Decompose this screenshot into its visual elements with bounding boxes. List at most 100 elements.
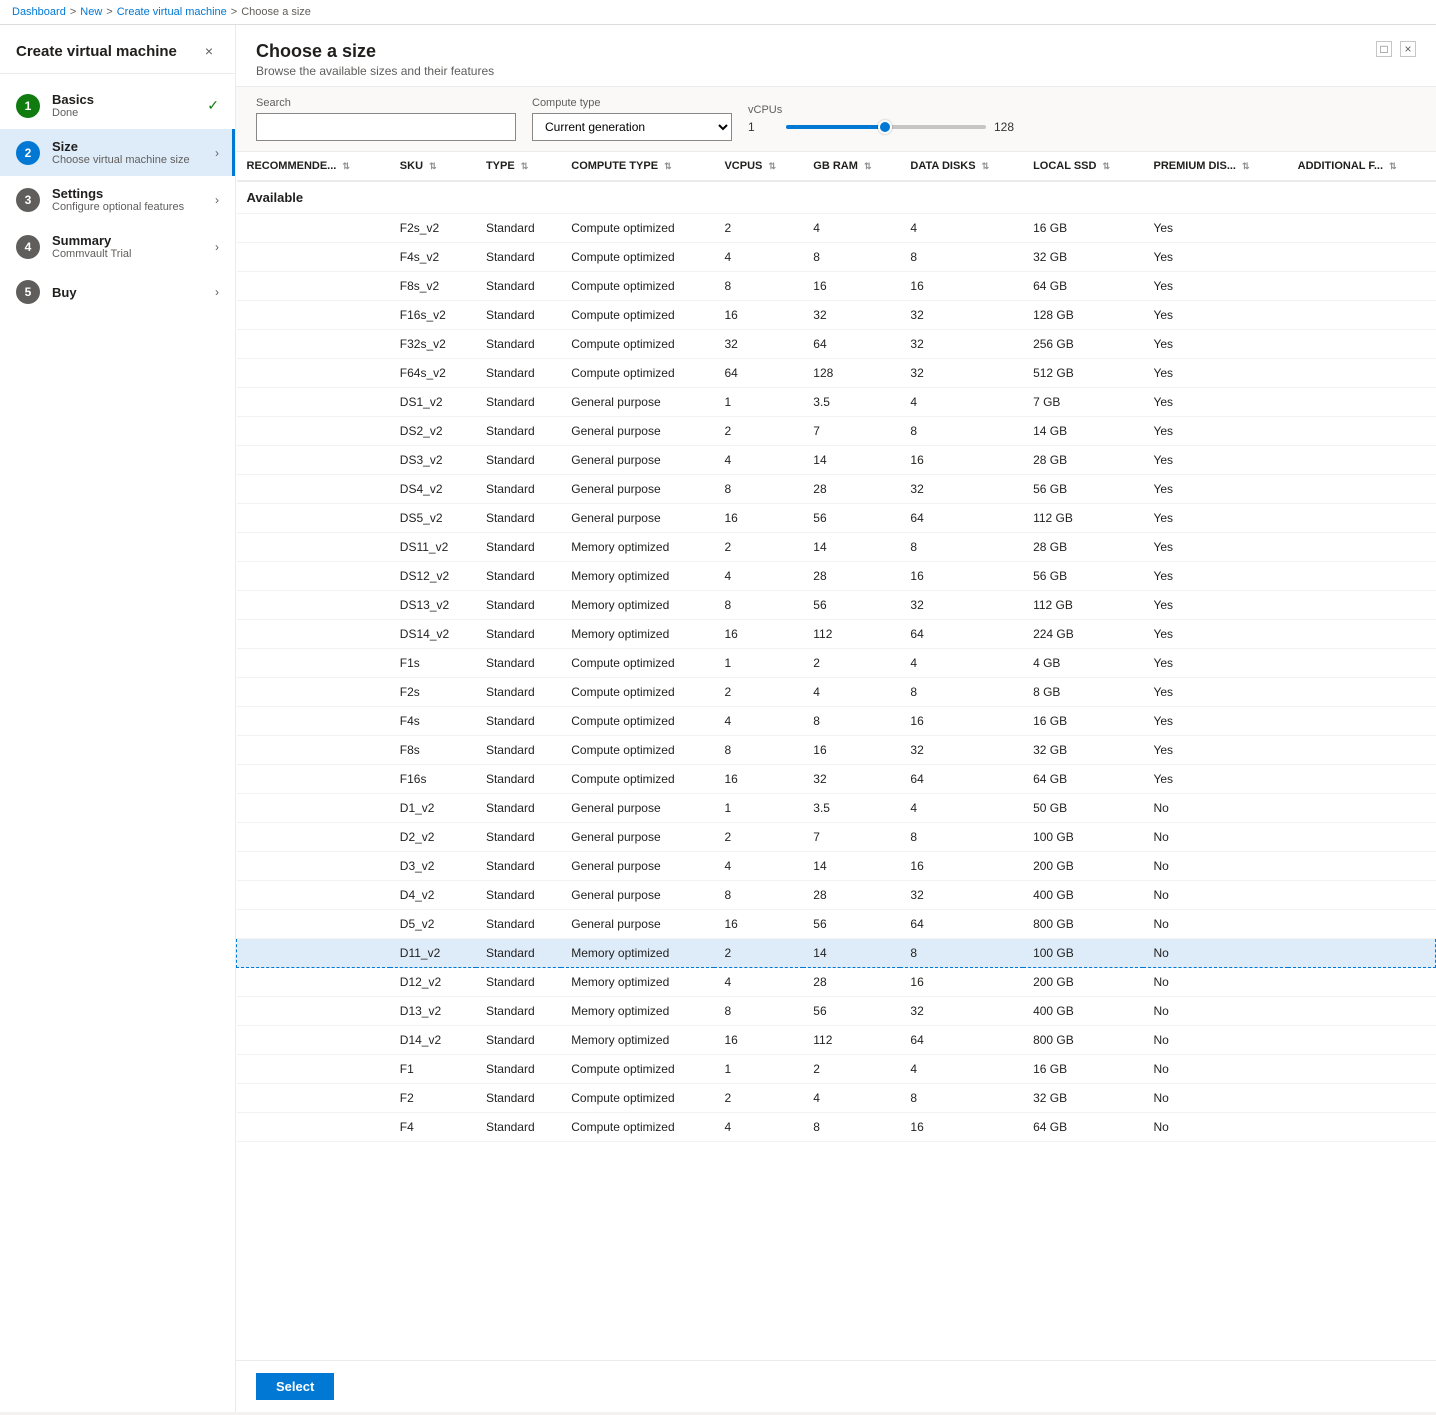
breadcrumb-create-vm[interactable]: Create virtual machine [117, 6, 227, 18]
table-row[interactable]: F1sStandardCompute optimized1244 GBYes [237, 649, 1436, 678]
vcpu-min-value: 1 [748, 120, 778, 134]
compute-type-select[interactable]: Current generation All generations Previ… [532, 113, 732, 141]
table-row[interactable]: F16s_v2StandardCompute optimized16323212… [237, 301, 1436, 330]
table-row[interactable]: F1StandardCompute optimized12416 GBNo [237, 1055, 1436, 1084]
col-data-disks[interactable]: DATA DISKS ⇅ [900, 152, 1023, 181]
breadcrumb-new[interactable]: New [80, 6, 102, 18]
step-2-size[interactable]: 2 Size Choose virtual machine size › [0, 129, 235, 176]
table-row[interactable]: F32s_v2StandardCompute optimized32643225… [237, 330, 1436, 359]
table-row[interactable]: D5_v2StandardGeneral purpose165664800 GB… [237, 910, 1436, 939]
maximize-button[interactable]: □ [1376, 41, 1392, 57]
step-4-name: Summary [52, 233, 207, 248]
cell-sku: F64s_v2 [390, 359, 476, 388]
table-row[interactable]: F4sStandardCompute optimized481616 GBYes [237, 707, 1436, 736]
table-row[interactable]: D2_v2StandardGeneral purpose278100 GBNo [237, 823, 1436, 852]
cell-gbRam: 112 [803, 1026, 900, 1055]
cell-additionalF [1288, 214, 1436, 243]
cell-sku: DS11_v2 [390, 533, 476, 562]
step-4-summary[interactable]: 4 Summary Commvault Trial › [0, 223, 235, 270]
search-input[interactable] [256, 113, 516, 141]
cell-sku: F2s [390, 678, 476, 707]
table-row[interactable]: D13_v2StandardMemory optimized85632400 G… [237, 997, 1436, 1026]
table-row[interactable]: D3_v2StandardGeneral purpose41416200 GBN… [237, 852, 1436, 881]
cell-premiumDis: Yes [1143, 388, 1287, 417]
table-row[interactable]: DS12_v2StandardMemory optimized4281656 G… [237, 562, 1436, 591]
cell-recommended [237, 330, 390, 359]
table-row[interactable]: D12_v2StandardMemory optimized42816200 G… [237, 968, 1436, 997]
table-row[interactable]: F2sStandardCompute optimized2488 GBYes [237, 678, 1436, 707]
cell-gbRam: 56 [803, 504, 900, 533]
breadcrumb-dashboard[interactable]: Dashboard [12, 6, 66, 18]
cell-premiumDis: Yes [1143, 736, 1287, 765]
step-3-settings[interactable]: 3 Settings Configure optional features › [0, 176, 235, 223]
close-button[interactable]: × [199, 41, 219, 61]
table-row[interactable]: F16sStandardCompute optimized16326464 GB… [237, 765, 1436, 794]
col-type[interactable]: TYPE ⇅ [476, 152, 561, 181]
col-local-ssd[interactable]: LOCAL SSD ⇅ [1023, 152, 1143, 181]
cell-computeType: General purpose [561, 852, 714, 881]
cell-localSsd: 8 GB [1023, 678, 1143, 707]
cell-type: Standard [476, 997, 561, 1026]
cell-dataDisks: 16 [900, 852, 1023, 881]
table-header-row: RECOMMENDE... ⇅ SKU ⇅ TYPE ⇅ COMPUTE TYP… [237, 152, 1436, 181]
cell-additionalF [1288, 243, 1436, 272]
table-row[interactable]: DS1_v2StandardGeneral purpose13.547 GBYe… [237, 388, 1436, 417]
cell-recommended [237, 852, 390, 881]
table-row[interactable]: D4_v2StandardGeneral purpose82832400 GBN… [237, 881, 1436, 910]
wizard-title: Create virtual machine [16, 43, 177, 60]
table-row[interactable]: F4s_v2StandardCompute optimized48832 GBY… [237, 243, 1436, 272]
col-gb-ram[interactable]: GB RAM ⇅ [803, 152, 900, 181]
table-row[interactable]: F64s_v2StandardCompute optimized64128325… [237, 359, 1436, 388]
col-premium-dis[interactable]: PREMIUM DIS... ⇅ [1143, 152, 1287, 181]
vcpu-range-slider[interactable] [786, 125, 986, 129]
cell-sku: DS5_v2 [390, 504, 476, 533]
col-additional-f[interactable]: ADDITIONAL F... ⇅ [1288, 152, 1436, 181]
table-row[interactable]: DS14_v2StandardMemory optimized161126422… [237, 620, 1436, 649]
cell-dataDisks: 16 [900, 446, 1023, 475]
table-row[interactable]: D14_v2StandardMemory optimized1611264800… [237, 1026, 1436, 1055]
table-row[interactable]: F8sStandardCompute optimized8163232 GBYe… [237, 736, 1436, 765]
table-row[interactable]: DS3_v2StandardGeneral purpose4141628 GBY… [237, 446, 1436, 475]
table-row[interactable]: F2StandardCompute optimized24832 GBNo [237, 1084, 1436, 1113]
cell-type: Standard [476, 533, 561, 562]
cell-localSsd: 200 GB [1023, 852, 1143, 881]
cell-vcpus: 2 [714, 823, 803, 852]
table-row[interactable]: F2s_v2StandardCompute optimized24416 GBY… [237, 214, 1436, 243]
col-vcpus[interactable]: VCPUS ⇅ [714, 152, 803, 181]
step-5-buy[interactable]: 5 Buy › [0, 270, 235, 314]
cell-vcpus: 4 [714, 852, 803, 881]
col-compute-type[interactable]: COMPUTE TYPE ⇅ [561, 152, 714, 181]
cell-vcpus: 4 [714, 562, 803, 591]
table-row[interactable]: D11_v2StandardMemory optimized2148100 GB… [237, 939, 1436, 968]
table-row[interactable]: DS13_v2StandardMemory optimized85632112 … [237, 591, 1436, 620]
select-button[interactable]: Select [256, 1373, 334, 1400]
cell-localSsd: 112 GB [1023, 591, 1143, 620]
cell-premiumDis: No [1143, 881, 1287, 910]
step-1-basics[interactable]: 1 Basics Done ✓ [0, 82, 235, 129]
table-row[interactable]: D1_v2StandardGeneral purpose13.5450 GBNo [237, 794, 1436, 823]
cell-additionalF [1288, 997, 1436, 1026]
cell-localSsd: 32 GB [1023, 736, 1143, 765]
col-sku[interactable]: SKU ⇅ [390, 152, 476, 181]
cell-additionalF [1288, 620, 1436, 649]
table-row[interactable]: F8s_v2StandardCompute optimized8161664 G… [237, 272, 1436, 301]
cell-premiumDis: No [1143, 997, 1287, 1026]
cell-additionalF [1288, 881, 1436, 910]
cell-premiumDis: Yes [1143, 417, 1287, 446]
cell-sku: DS4_v2 [390, 475, 476, 504]
cell-gbRam: 14 [803, 939, 900, 968]
table-row[interactable]: DS5_v2StandardGeneral purpose165664112 G… [237, 504, 1436, 533]
table-row[interactable]: DS11_v2StandardMemory optimized214828 GB… [237, 533, 1436, 562]
table-row[interactable]: DS4_v2StandardGeneral purpose8283256 GBY… [237, 475, 1436, 504]
table-row[interactable]: DS2_v2StandardGeneral purpose27814 GBYes [237, 417, 1436, 446]
close-panel-button[interactable]: × [1400, 41, 1416, 57]
col-recommended[interactable]: RECOMMENDE... ⇅ [237, 152, 390, 181]
cell-additionalF [1288, 446, 1436, 475]
cell-localSsd: 100 GB [1023, 823, 1143, 852]
cell-localSsd: 16 GB [1023, 707, 1143, 736]
cell-dataDisks: 64 [900, 765, 1023, 794]
table-row[interactable]: F4StandardCompute optimized481664 GBNo [237, 1113, 1436, 1142]
cell-premiumDis: No [1143, 1084, 1287, 1113]
cell-dataDisks: 16 [900, 562, 1023, 591]
cell-sku: F2s_v2 [390, 214, 476, 243]
